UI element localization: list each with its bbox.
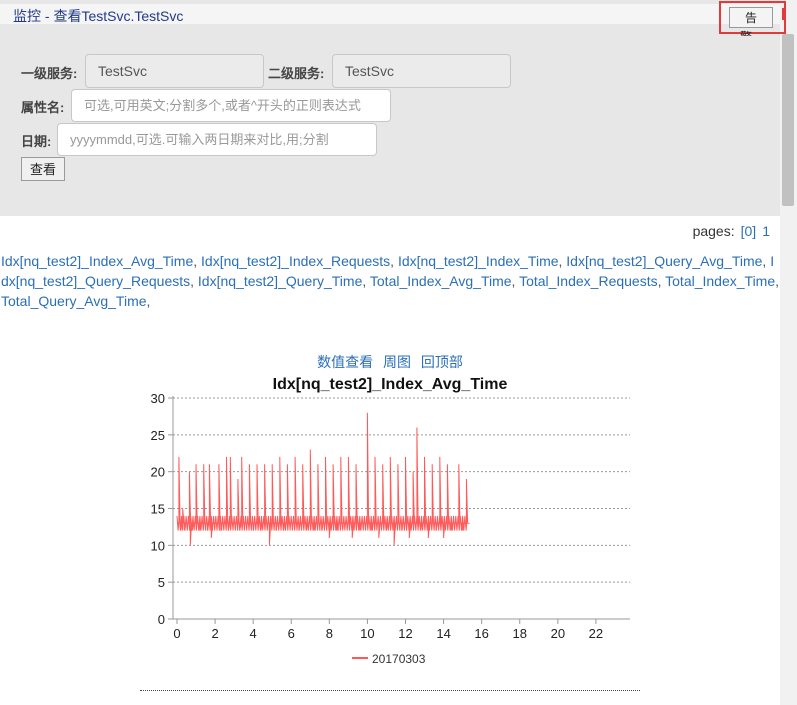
- attribute-label: 属性名:: [21, 100, 65, 115]
- x-tick-label: 18: [513, 626, 527, 641]
- date-label: 日期:: [21, 134, 52, 149]
- x-tick-label: 0: [173, 626, 180, 641]
- y-tick-label: 0: [158, 612, 165, 627]
- chart-title: Idx[nq_test2]_Index_Avg_Time: [273, 376, 508, 393]
- alarm-highlight-corner: [782, 8, 790, 20]
- x-tick-label: 8: [326, 626, 333, 641]
- x-tick-label: 10: [360, 626, 374, 641]
- y-tick-label: 30: [151, 391, 165, 406]
- query-button[interactable]: 查看: [21, 157, 65, 181]
- x-tick-label: 14: [436, 626, 450, 641]
- alarm-button[interactable]: 告警...: [729, 7, 773, 44]
- date-input[interactable]: yyyymmdd,可选.可输入两日期来对比,用;分割: [57, 123, 377, 156]
- y-tick-label: 10: [151, 538, 165, 553]
- attribute-input[interactable]: 可选,可用英文;分割多个,或者^开头的正则表达式: [71, 89, 391, 122]
- x-tick-label: 20: [551, 626, 565, 641]
- legend-label: 20170303: [372, 652, 426, 666]
- level2-service-label: 二级服务:: [268, 66, 325, 81]
- level1-service-label: 一级服务:: [21, 66, 78, 81]
- x-tick-label: 2: [211, 626, 218, 641]
- page-link[interactable]: 1: [762, 223, 770, 239]
- x-tick-label: 4: [250, 626, 257, 641]
- level2-service-field[interactable]: TestSvc: [332, 54, 511, 88]
- x-tick-label: 22: [589, 626, 603, 641]
- breadcrumb: 监控 - 查看TestSvc.TestSvc: [13, 8, 184, 24]
- pagination: pages: [0] 1: [693, 223, 770, 239]
- alarm-highlight: 告警...: [719, 1, 786, 44]
- page-link-current[interactable]: [0]: [741, 223, 757, 239]
- chart-divider: [140, 690, 640, 691]
- y-tick-label: 15: [151, 502, 165, 517]
- y-tick-label: 20: [151, 465, 165, 480]
- metric-link[interactable]: Total_Index_Time: [665, 273, 775, 289]
- pages-label: pages:: [692, 223, 735, 239]
- chart-area: Idx[nq_test2]_Index_Avg_Time051015202530…: [151, 376, 630, 666]
- level1-service-field[interactable]: TestSvc: [85, 54, 264, 88]
- x-tick-label: 6: [288, 626, 295, 641]
- y-tick-label: 5: [158, 575, 165, 590]
- y-tick-label: 25: [151, 428, 165, 443]
- x-tick-label: 12: [398, 626, 412, 641]
- scrollbar-thumb[interactable]: [782, 34, 794, 206]
- metric-link[interactable]: Total_Query_Avg_Time: [1, 293, 147, 309]
- x-tick-label: 16: [474, 626, 488, 641]
